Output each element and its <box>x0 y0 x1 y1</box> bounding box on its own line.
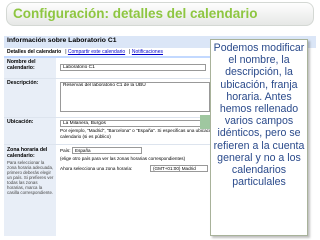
calendar-name-input[interactable]: Laboratorio C1 <box>60 64 206 71</box>
location-input[interactable]: La Milanera, Burgos <box>60 120 210 127</box>
description-row: Descripción: Reservas del laboratorio C1… <box>4 79 216 117</box>
description-label: Descripción: <box>7 80 39 86</box>
country-hint: (elige otro país para ver las zonas hora… <box>60 156 186 161</box>
tab-calendar-details[interactable]: Detalles del calendario <box>7 49 61 55</box>
name-row: Nombre del calendario: Laboratorio C1 <box>4 58 216 78</box>
settings-tabs: Detalles del calendario | Compartir este … <box>7 49 163 55</box>
location-row: Ubicación: La Milanera, Burgos Por ejemp… <box>4 118 216 144</box>
country-label: País: <box>60 148 71 153</box>
tab-notifications[interactable]: Notificaciones <box>132 49 163 55</box>
location-label: Ubicación: <box>7 119 34 125</box>
calendar-info-title: Información sobre Laboratorio C1 <box>7 37 117 44</box>
description-textarea[interactable]: Reservas del laboratorio C1 de la UBU <box>60 82 210 112</box>
name-label: Nombre del calendario: <box>7 59 36 71</box>
location-hint: Por ejemplo, "Madrid", "Barcelona" o "Es… <box>60 128 216 133</box>
tab-share-calendar[interactable]: Compartir este calendario <box>68 49 125 55</box>
country-select[interactable]: España <box>72 147 142 154</box>
slide-title: Configuración: detalles del calendario <box>6 2 314 26</box>
details-form: Nombre del calendario: Laboratorio C1 De… <box>4 56 216 236</box>
timezone-select[interactable]: (GMT+01:00) Madrid <box>150 165 208 172</box>
timezone-hint: Para seleccionar la zona horaria adecuad… <box>7 160 54 195</box>
explanation-callout: Podemos modificar el nombre, la descripc… <box>210 39 308 236</box>
location-hint-2: calendario (si es público) <box>60 134 111 139</box>
timezone-label: Zona horaria del calendario: <box>7 147 48 159</box>
timezone-select-label: Ahora selecciona una zona horaria: <box>60 166 133 171</box>
timezone-row: Zona horaria del calendario: Para selecc… <box>4 145 216 236</box>
